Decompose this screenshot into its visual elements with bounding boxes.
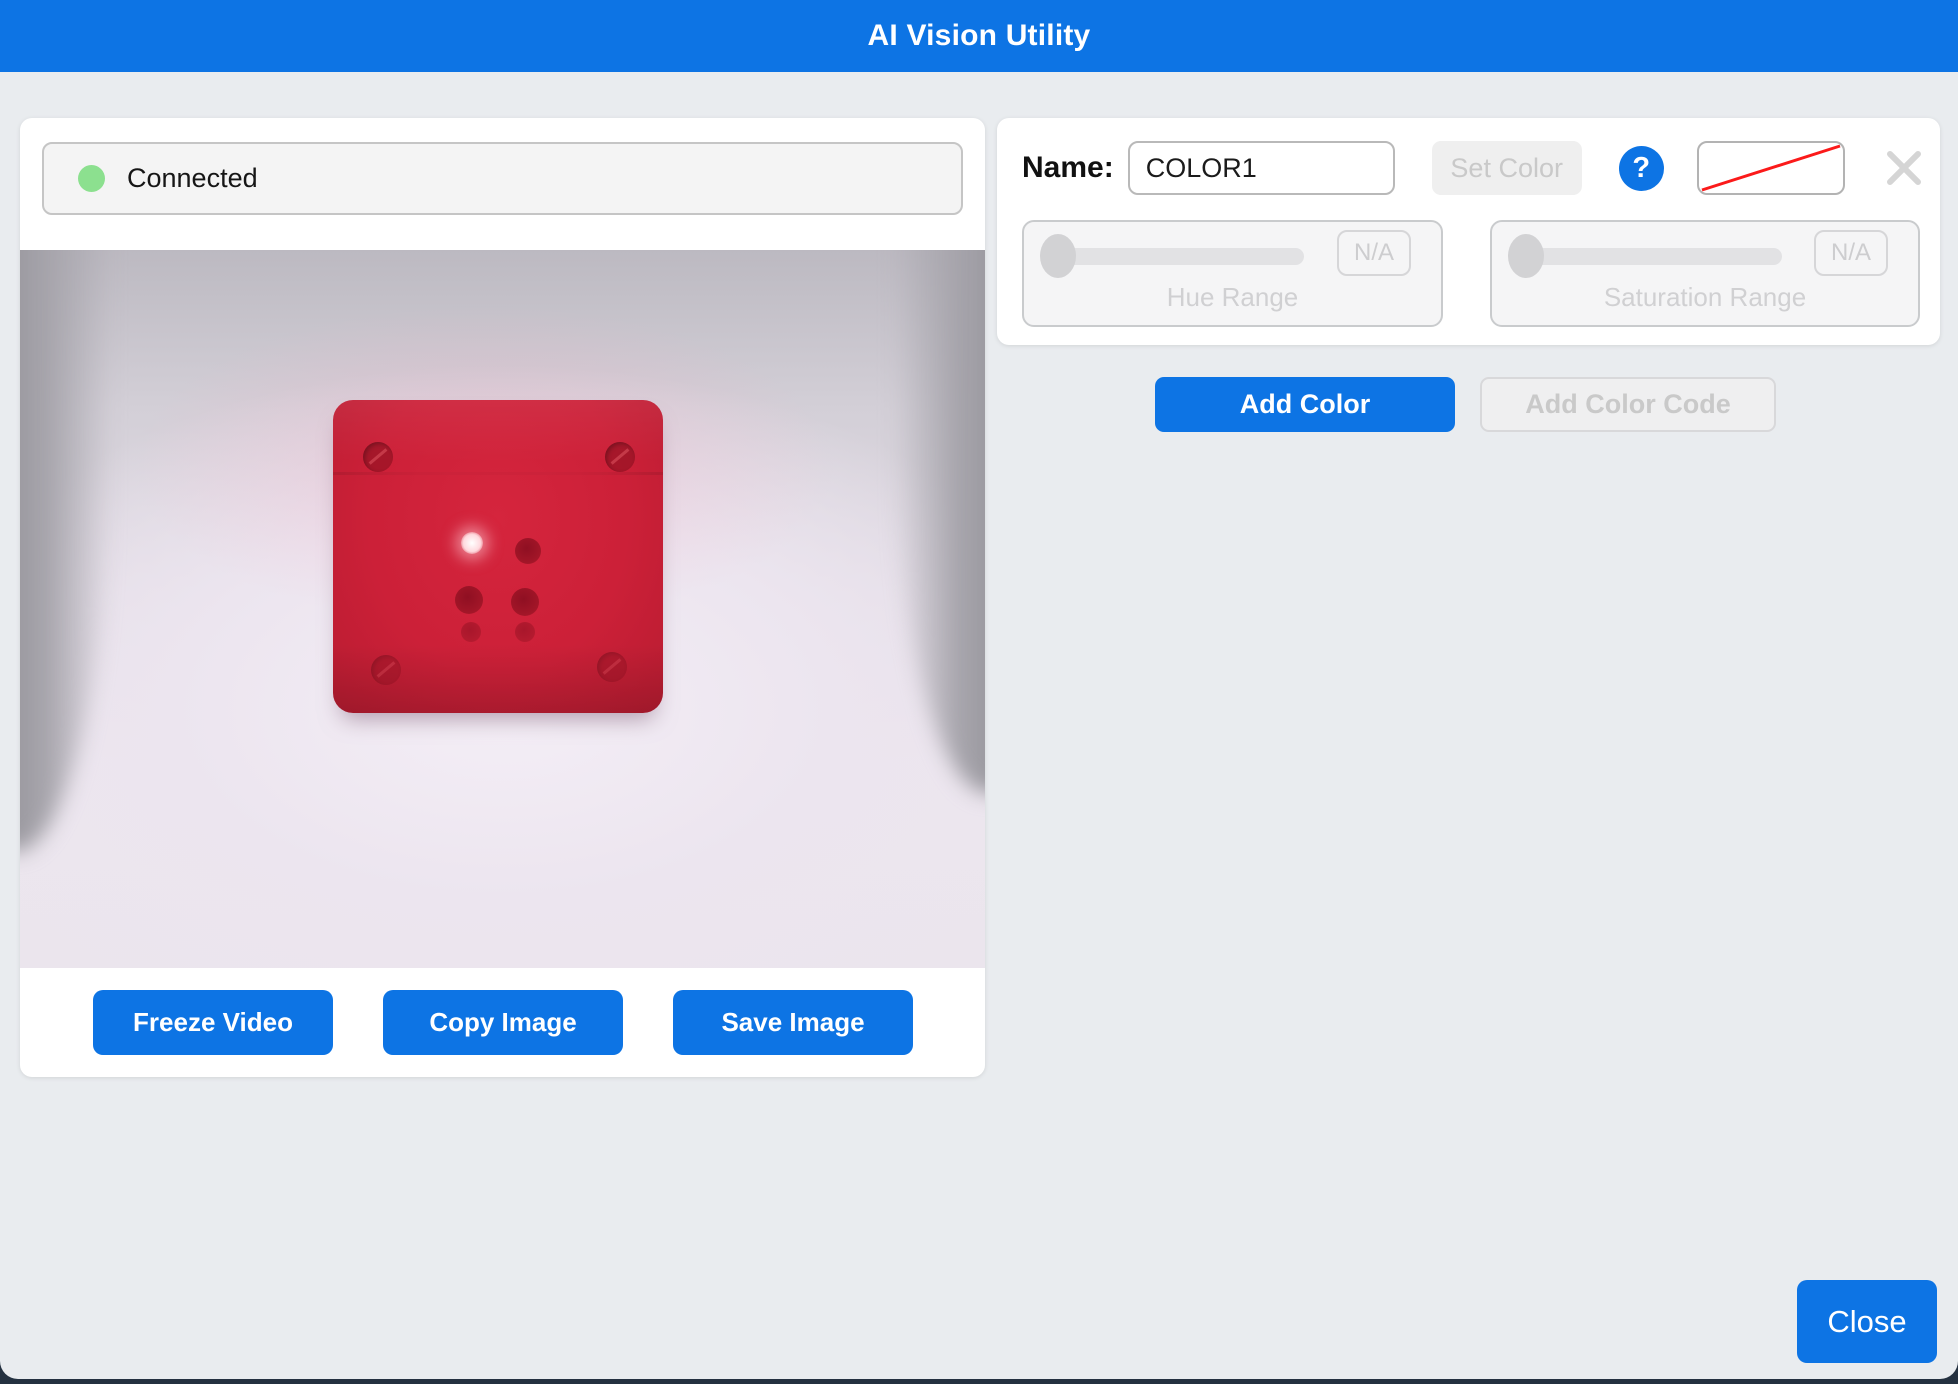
cube-hole <box>515 622 535 642</box>
set-color-button[interactable]: Set Color <box>1431 141 1582 195</box>
save-image-button[interactable]: Save Image <box>673 990 913 1055</box>
ai-vision-utility-dialog: AI Vision Utility Connected Freeze Video… <box>0 0 1958 1379</box>
cube-corner-detail <box>597 652 627 682</box>
cube-corner-detail <box>363 442 393 472</box>
color-name-row: Name: Set Color ? <box>1022 138 1922 198</box>
connected-dot-icon <box>78 165 105 192</box>
freeze-video-button[interactable]: Freeze Video <box>93 990 333 1055</box>
red-slash-icon <box>1701 144 1841 192</box>
red-cube-object <box>333 400 663 713</box>
camera-panel: Connected Freeze Video Copy Image Save I… <box>20 118 985 1077</box>
hue-range-panel: N/A Hue Range <box>1022 220 1443 327</box>
saturation-slider-knob[interactable] <box>1508 234 1544 278</box>
color-editor-panel: Name: Set Color ? N/A <box>997 118 1940 345</box>
cube-hole <box>515 538 541 564</box>
hue-slider-knob[interactable] <box>1040 234 1076 278</box>
camera-video-feed[interactable] <box>20 250 985 968</box>
remove-color-icon[interactable] <box>1886 150 1922 186</box>
dialog-title: AI Vision Utility <box>867 19 1091 52</box>
help-icon[interactable]: ? <box>1618 145 1664 191</box>
connection-status-label: Connected <box>127 163 258 193</box>
color-swatch-empty[interactable] <box>1696 141 1845 195</box>
saturation-range-label: Saturation Range <box>1603 282 1807 312</box>
cube-corner-detail <box>371 655 401 685</box>
question-mark-glyph: ? <box>1632 151 1651 184</box>
copy-image-button[interactable]: Copy Image <box>383 990 623 1055</box>
cube-hole <box>511 588 539 616</box>
cube-hole <box>455 586 483 614</box>
backdrop-right-edge <box>893 250 985 795</box>
name-label: Name: <box>1022 151 1114 184</box>
saturation-range-panel: N/A Saturation Range <box>1490 220 1920 327</box>
video-button-row: Freeze Video Copy Image Save Image <box>20 990 985 1056</box>
hue-range-label: Hue Range <box>1166 282 1299 312</box>
close-button[interactable]: Close <box>1797 1280 1937 1363</box>
add-color-code-button[interactable]: Add Color Code <box>1480 377 1776 432</box>
add-color-button[interactable]: Add Color <box>1155 377 1455 432</box>
connection-status: Connected <box>42 142 963 215</box>
title-bar: AI Vision Utility <box>0 0 1958 72</box>
cube-corner-detail <box>605 442 635 472</box>
cube-lid-seam <box>333 472 663 475</box>
cube-hole <box>461 622 481 642</box>
cube-hole-highlight <box>461 532 483 554</box>
x-close-icon <box>1887 151 1921 185</box>
saturation-slider-track[interactable] <box>1524 248 1782 265</box>
hue-value-chip: N/A <box>1336 230 1411 276</box>
saturation-value-chip: N/A <box>1813 230 1888 276</box>
backdrop-left-edge <box>20 250 112 852</box>
color-name-input[interactable] <box>1127 141 1395 195</box>
hue-slider-track[interactable] <box>1056 248 1304 265</box>
range-sliders-row: N/A Hue Range N/A Saturation Range <box>1022 220 1920 327</box>
